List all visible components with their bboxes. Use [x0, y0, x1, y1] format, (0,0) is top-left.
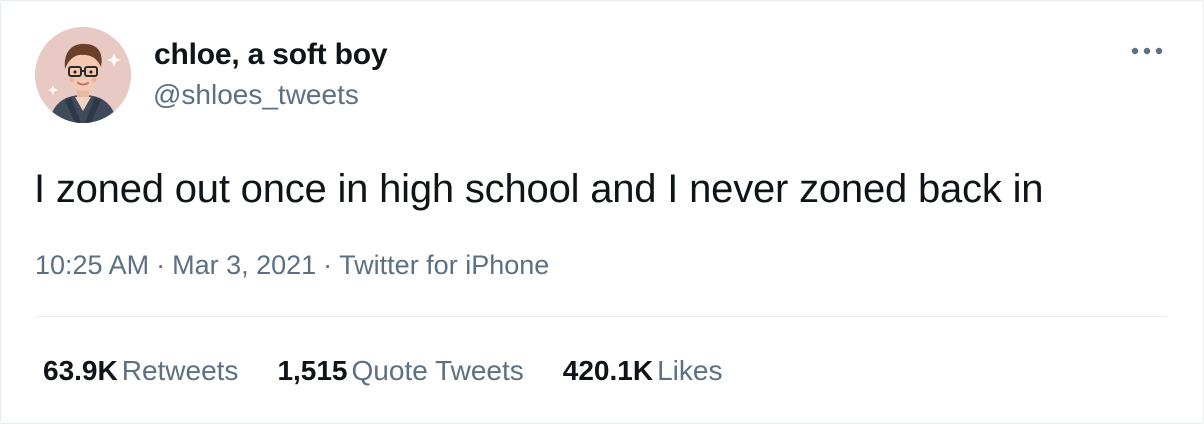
tweet-metadata: 10:25 AM · Mar 3, 2021 · Twitter for iPhone: [35, 250, 549, 280]
quote-tweets-count: 1,515: [277, 355, 348, 386]
retweets-label: Retweets: [121, 355, 239, 386]
likes-label: Likes: [657, 355, 723, 386]
tweet-date[interactable]: Mar 3, 2021: [172, 250, 316, 280]
retweets-stat[interactable]: 63.9K Retweets: [43, 356, 238, 386]
meta-separator: ·: [323, 250, 333, 280]
divider: [35, 316, 1167, 317]
likes-count: 420.1K: [562, 355, 654, 386]
likes-stat[interactable]: 420.1K Likes: [563, 356, 723, 386]
tweet-source[interactable]: Twitter for iPhone: [339, 250, 549, 280]
more-options-icon: [1131, 47, 1163, 55]
tweet-text: I zoned out once in high school and I ne…: [34, 167, 1044, 211]
author-display-name[interactable]: chloe, a soft boy: [154, 40, 388, 70]
quote-tweets-label: Quote Tweets: [351, 355, 524, 386]
tweet-time[interactable]: 10:25 AM: [35, 250, 149, 280]
more-options-button[interactable]: [1125, 41, 1169, 61]
quote-tweets-stat[interactable]: 1,515 Quote Tweets: [277, 356, 523, 386]
tweet-stats: 63.9K Retweets 1,515 Quote Tweets 420.1K Li…: [43, 356, 761, 386]
author-handle[interactable]: @shloes_tweets: [153, 80, 359, 110]
illustrated-avatar-icon: [35, 27, 131, 123]
author-avatar[interactable]: [35, 27, 131, 123]
meta-separator: ·: [156, 250, 166, 280]
tweet-card: chloe, a soft boy @shloes_tweets I zoned…: [0, 0, 1204, 424]
retweets-count: 63.9K: [43, 355, 118, 386]
